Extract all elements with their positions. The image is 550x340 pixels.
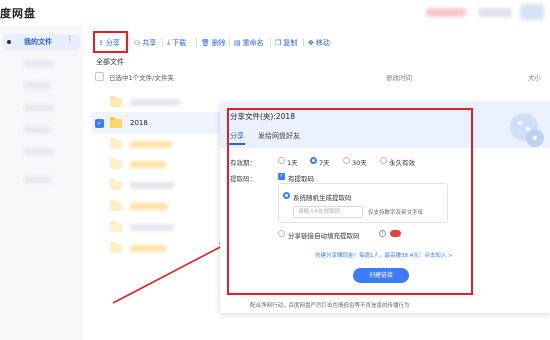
dialog-header: 分享文件(夹):2018 分享 发给网盘好友 [220,103,550,148]
decoration-dot [518,121,522,125]
move-icon: ✥ [308,38,314,47]
co-share-icon: ⚇ [134,38,141,47]
validity-option-30day[interactable]: 30天 [352,157,367,167]
file-name-blurred[interactable] [130,224,174,231]
header-promo-blurred[interactable] [426,8,466,17]
dialog-footer-notice: 配合净网行动，百度网盘严厉打击色情低俗等不良信息的传播行为 [250,303,410,309]
promo-link[interactable]: 创建分享赚现金！每邀1人，最高赚38.4元！点击加入 > [315,251,453,259]
app-title: 度网盘 [0,7,36,20]
folder-icon [110,242,122,253]
code-input[interactable]: 请输入4位提取码 [293,206,363,218]
folder-icon [110,158,122,169]
dialog-title: 分享文件(夹):2018 [230,112,295,121]
toolbar-divider [303,38,304,47]
toolbar-divider [229,38,230,47]
move-button[interactable]: ✥ 移动 [308,34,330,51]
rename-button[interactable]: ▤ 重命名 [234,34,264,51]
trash-icon: 🗑 [201,38,210,47]
column-modified-time[interactable]: 修改时间 [386,72,412,82]
auto-code-label[interactable]: 系统随机生成提取码 [293,192,352,202]
tab-share[interactable]: 分享 [230,131,244,141]
sidebar-item-blurred[interactable] [24,176,52,183]
tab-active-indicator [229,143,245,145]
decoration-dot [526,127,530,131]
file-name-blurred[interactable] [130,245,166,252]
auto-code-radio[interactable] [283,192,290,199]
toolbar-divider [270,38,271,47]
toolbar-divider [162,38,163,47]
sidebar-item-label: 我的文件 [24,38,52,46]
create-link-button[interactable]: 创建链接 [353,268,409,283]
toolbar-divider [129,38,130,47]
breadcrumb[interactable]: 全部文件 [96,57,124,67]
file-name[interactable]: 2018 [130,119,148,127]
delete-button[interactable]: 🗑 删除 [201,34,226,51]
more-icon[interactable]: ⋮ [66,35,74,44]
share-button-highlight [93,31,128,53]
validity-radio-permanent[interactable] [380,157,387,164]
extraction-code-label: 提取码： [230,175,256,183]
sidebar-item-blurred[interactable] [24,82,50,89]
select-all-checkbox[interactable] [95,72,104,81]
app-header: 度网盘 [0,0,550,26]
file-name-blurred[interactable] [130,141,172,148]
decoration-dot [533,136,537,140]
has-code-label[interactable]: 有提取码 [288,173,314,183]
header-avatar-blurred[interactable] [520,4,544,20]
download-button[interactable]: ⤓ 下载 [167,34,186,51]
sidebar-item-my-files[interactable]: 我的文件 ⋮ [3,34,80,50]
download-icon: ⤓ [167,38,171,46]
folder-icon [110,96,122,107]
rename-icon: ▤ [234,38,241,47]
validity-radio-1day[interactable] [278,157,285,164]
folder-icon [110,138,122,149]
auto-fill-checkbox[interactable] [278,230,285,237]
row-checkbox[interactable]: ✓ [95,119,104,128]
validity-radio-30day[interactable] [343,157,350,164]
file-name-blurred[interactable] [130,182,174,189]
list-header: 已选中1个文件/文件夹 修改时间 大小 [92,71,550,83]
file-name-blurred[interactable] [130,161,166,168]
sidebar-item-blurred[interactable] [24,148,54,155]
sidebar-item-blurred[interactable] [24,104,54,111]
share-dialog: 分享文件(夹):2018 分享 发给网盘好友 有效期： 1天 7天 30天 永久… [220,103,550,313]
folder-icon [110,179,122,190]
folder-icon [110,221,122,232]
file-dot-icon [7,40,11,44]
header-account-blurred[interactable] [478,8,512,17]
auto-fill-label[interactable]: 分享链接自动填充提取码 [288,230,360,240]
toolbar-divider [196,38,197,47]
info-icon[interactable]: i [379,230,386,237]
sidebar-item-blurred[interactable] [24,126,50,133]
folder-icon [110,117,122,128]
folder-icon [110,200,122,211]
validity-option-1day[interactable]: 1天 [287,157,298,167]
code-hint: 仅支持数字及英文字母 [368,210,424,216]
column-size[interactable]: 大小 [528,72,541,82]
sidebar: 我的文件 ⋮ [0,26,83,340]
copy-icon: ❐ [275,38,282,47]
file-name-blurred[interactable] [130,99,180,106]
sidebar-item-blurred[interactable] [24,60,54,67]
selected-count: 已选中1个文件/文件夹 [109,74,174,82]
validity-option-7day[interactable]: 7天 [319,157,330,167]
validity-option-permanent[interactable]: 永久有效 [389,157,415,167]
co-share-button[interactable]: ⚇ 共享 [134,34,156,51]
copy-button[interactable]: ❐ 复制 [275,34,297,51]
tab-send-to-friend[interactable]: 发给网盘好友 [258,131,300,141]
new-badge-icon [390,230,401,237]
validity-label: 有效期： [230,159,256,167]
file-name-blurred[interactable] [130,203,168,210]
has-code-checkbox[interactable]: ✓ [278,173,285,180]
validity-radio-7day[interactable] [310,157,317,164]
